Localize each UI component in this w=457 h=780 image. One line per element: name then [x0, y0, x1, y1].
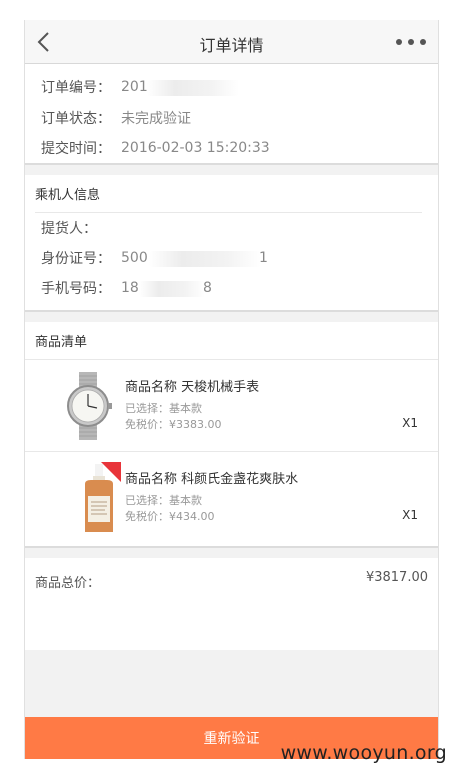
id-number-suffix: 1	[259, 250, 268, 266]
submit-time-value: 2016-02-03 15:20:33	[121, 140, 270, 157]
goods-section-title: 商品清单	[25, 322, 438, 360]
redaction-mask	[147, 80, 239, 97]
total-price-value: ¥3817.00	[365, 570, 428, 585]
phone-number-prefix: 18	[121, 280, 139, 296]
goods-item-name: 商品名称 科颜氏金盏花爽肤水	[125, 472, 299, 487]
order-info-card: 订单编号： 201 订单状态： 未完成验证 提交时间： 2016-02-03 1…	[25, 64, 438, 165]
order-number-label: 订单编号：	[41, 80, 111, 97]
goods-item[interactable]: 商品名称 天梭机械手表 已选择：基本款 免税价：¥3383.00 X1	[25, 360, 438, 452]
order-status-value: 未完成验证	[121, 110, 191, 127]
id-number-row: 身份证号： 500 1	[25, 243, 438, 273]
order-number-row: 订单编号： 201	[25, 72, 438, 103]
goods-item-name: 商品名称 天梭机械手表	[125, 380, 260, 395]
goods-list-card: 商品清单 商品名称 天梭机械手表 已选择：基本款 免税价：¥3383.00 X1	[25, 322, 438, 548]
watch-image	[67, 372, 112, 440]
pickup-person-row: 提货人：	[25, 213, 438, 243]
order-number-text: 201	[121, 79, 148, 96]
submit-time-label: 提交时间：	[41, 141, 111, 158]
goods-item[interactable]: 商品名称 科颜氏金盏花爽肤水 已选择：基本款 免税价：¥434.00 X1	[25, 452, 438, 544]
toner-bottle-image	[85, 462, 121, 532]
passenger-info-card: 乘机人信息 提货人： 身份证号： 500 1 手机号码： 18 8	[25, 175, 438, 312]
goods-item-spec: 已选择：基本款	[125, 494, 202, 507]
redaction-mask	[139, 281, 205, 297]
order-status-label: 订单状态：	[41, 110, 111, 127]
total-price-label: 商品总价：	[35, 576, 101, 591]
total-price-card: 商品总价： ¥3817.00	[25, 558, 438, 650]
redaction-mask	[149, 251, 261, 267]
phone-number-suffix: 8	[203, 280, 212, 296]
phone-number-value: 18 8	[121, 280, 221, 297]
phone-number-label: 手机号码：	[41, 281, 111, 297]
watermark-text: www.wooyun.org	[280, 742, 447, 764]
nav-bar: 订单详情	[25, 20, 438, 64]
id-number-value: 500 1	[121, 250, 271, 267]
goods-item-qty: X1	[402, 508, 418, 522]
goods-item-qty: X1	[402, 416, 418, 430]
goods-item-price: 免税价：¥434.00	[125, 510, 215, 523]
goods-item-spec: 已选择：基本款	[125, 402, 202, 415]
id-number-prefix: 500	[121, 250, 148, 266]
order-number-value: 201	[121, 79, 239, 97]
passenger-section-title: 乘机人信息	[35, 175, 422, 213]
more-options-icon[interactable]	[394, 32, 428, 52]
phone-screen: 订单详情 订单编号： 201 订单状态： 未完成验证 提交时间： 2016-02…	[24, 20, 439, 759]
page-title: 订单详情	[199, 36, 264, 55]
submit-time-row: 提交时间： 2016-02-03 15:20:33	[25, 133, 438, 164]
goods-item-price: 免税价：¥3383.00	[125, 418, 222, 431]
phone-number-row: 手机号码： 18 8	[25, 273, 438, 303]
pickup-person-label: 提货人：	[41, 221, 97, 237]
order-status-row: 订单状态： 未完成验证	[25, 103, 438, 134]
id-number-label: 身份证号：	[41, 251, 111, 267]
